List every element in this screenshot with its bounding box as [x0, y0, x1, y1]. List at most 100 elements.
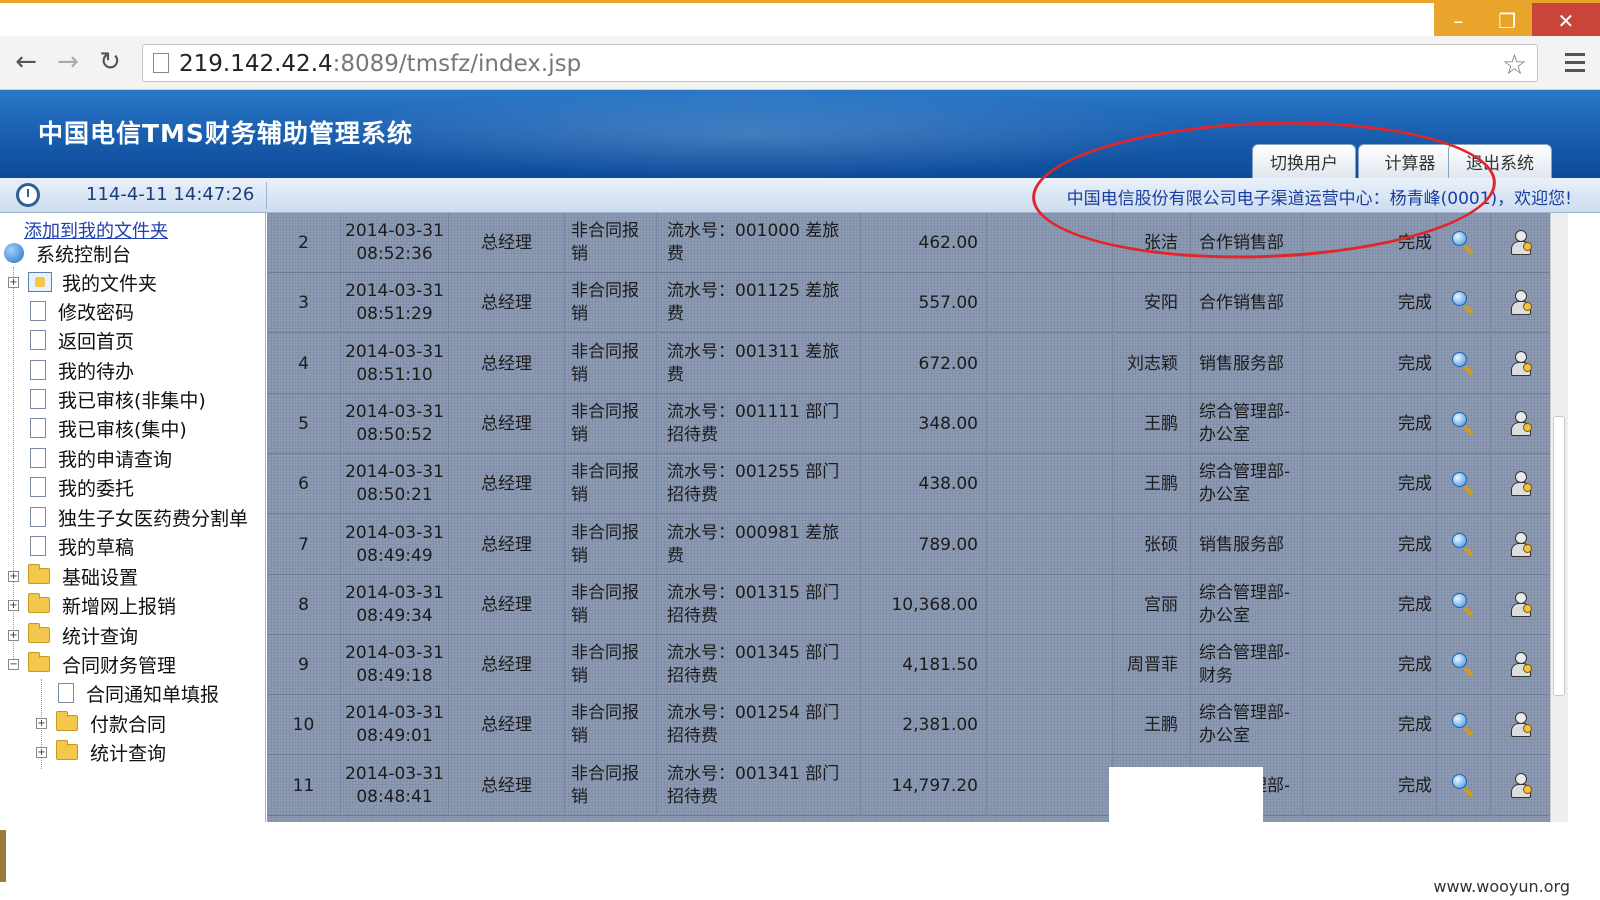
document-icon — [30, 301, 46, 321]
table-row[interactable]: 11 2014-03-31 08:48:41 总经理 非合同报销流水号：001341 部… — [267, 756, 1550, 816]
status-text: 完成 — [1303, 454, 1437, 514]
restore-button[interactable]: ❐ — [1483, 3, 1532, 39]
logout-button[interactable]: 退出系统 — [1448, 144, 1552, 178]
sidebar-item-label: 系统控制台 — [36, 243, 132, 266]
magnifier-icon[interactable] — [1451, 291, 1476, 315]
sidebar-item-contract-notice[interactable]: 合同通知单填报 — [58, 679, 219, 707]
sidebar-item-my-folder[interactable]: 我的文件夹 — [28, 268, 157, 296]
sidebar-item-home[interactable]: 返回首页 — [30, 326, 134, 354]
status-text: 完成 — [1303, 394, 1437, 454]
row-index: 4 — [267, 334, 341, 394]
table-row[interactable]: 2 2014-03-31 08:52:36 总经理 非合同报销流水号：001000 差旅… — [267, 213, 1550, 273]
amount: 557.00 — [861, 273, 987, 333]
sidebar-item-my-applications[interactable]: 我的申请查询 — [30, 444, 172, 472]
workflow-user-icon[interactable] — [1509, 230, 1533, 256]
sidebar-item-change-password[interactable]: 修改密码 — [30, 297, 134, 325]
table-row[interactable]: 3 2014-03-31 08:51:29 总经理 非合同报销流水号：001125 差旅… — [267, 273, 1550, 333]
table-row[interactable]: 7 2014-03-31 08:49:49 总经理 非合同报销流水号：000981 差旅… — [267, 515, 1550, 575]
magnifier-icon[interactable] — [1451, 231, 1476, 255]
workflow-user-icon[interactable] — [1509, 290, 1533, 316]
magnifier-handle — [1463, 606, 1473, 617]
amount: 4,181.50 — [861, 635, 987, 695]
workflow-user-icon[interactable] — [1509, 351, 1533, 377]
workflow-user-icon[interactable] — [1509, 712, 1533, 738]
expand-plus-icon[interactable]: + — [8, 277, 19, 288]
table-row[interactable]: 5 2014-03-31 08:50:52 总经理 非合同报销流水号：001111 部门… — [267, 394, 1550, 454]
magnifier-icon[interactable] — [1451, 713, 1476, 737]
workflow-cell — [1491, 575, 1550, 635]
forward-arrow-icon[interactable]: → — [52, 46, 84, 78]
expand-plus-icon[interactable]: + — [36, 747, 47, 758]
workflow-cell — [1491, 394, 1550, 454]
serial-description: 流水号：001125 差旅费 — [657, 273, 861, 333]
url-text[interactable]: 219.142.42.4:8089/tmsfz/index.jsp — [179, 51, 581, 77]
icon-part — [1522, 604, 1532, 613]
sidebar-item-statistics[interactable]: 统计查询 — [28, 621, 138, 649]
expand-plus-icon[interactable]: + — [36, 718, 47, 729]
magnifier-icon[interactable] — [1451, 593, 1476, 617]
dept-line-1: 综合管理部- — [1199, 583, 1291, 603]
records-table: 2 2014-03-31 08:52:36 总经理 非合同报销流水号：001000 差旅… — [267, 213, 1550, 822]
calculator-button[interactable]: 计算器 — [1358, 144, 1462, 178]
browser-menu-icon[interactable] — [1560, 46, 1590, 78]
sidebar-item-delegation[interactable]: 我的委托 — [30, 473, 134, 501]
sidebar-item-contract-finance[interactable]: 合同财务管理 — [28, 650, 176, 678]
minimize-button[interactable]: – — [1434, 3, 1483, 39]
document-icon — [30, 418, 46, 438]
sidebar-item-reviewed-noncentral[interactable]: 我已审核(非集中) — [30, 385, 206, 413]
magnifier-icon[interactable] — [1451, 774, 1476, 798]
sidebar-item-medical-split[interactable]: 独生子女医药费分割单 — [30, 503, 248, 531]
sidebar-item-todo[interactable]: 我的待办 — [30, 356, 134, 384]
magnifier-handle — [1463, 726, 1473, 737]
magnifier-icon[interactable] — [1451, 533, 1476, 557]
sidebar-item-new-reimbursement[interactable]: 新增网上报销 — [28, 591, 176, 619]
workflow-user-icon[interactable] — [1509, 471, 1533, 497]
magnifier-icon[interactable] — [1451, 472, 1476, 496]
magnifier-icon[interactable] — [1451, 412, 1476, 436]
dept-line-1: 销售服务部 — [1199, 353, 1284, 374]
serial-description-text: 流水号：001311 差旅费 — [667, 341, 839, 387]
vertical-scrollbar[interactable] — [1550, 213, 1568, 822]
sidebar-item-console[interactable]: 系统控制台 — [4, 239, 131, 267]
view-cell — [1437, 575, 1491, 635]
desc-line-2: 费 — [667, 304, 684, 324]
workflow-user-icon[interactable] — [1509, 592, 1533, 618]
address-bar[interactable]: 219.142.42.4:8089/tmsfz/index.jsp ☆ — [142, 44, 1538, 82]
magnifier-icon[interactable] — [1451, 653, 1476, 677]
sidebar-item-drafts[interactable]: 我的草稿 — [30, 532, 134, 560]
magnifier-icon[interactable] — [1451, 352, 1476, 376]
sidebar-item-reviewed-central[interactable]: 我已审核(集中) — [30, 414, 187, 442]
sidebar-item-contract-statistics[interactable]: 统计查询 — [56, 738, 166, 766]
expand-plus-icon[interactable]: + — [8, 571, 19, 582]
table-row[interactable]: 6 2014-03-31 08:50:21 总经理 非合同报销流水号：001255 部门… — [267, 454, 1550, 514]
expand-plus-icon[interactable]: + — [8, 600, 19, 611]
switch-user-button[interactable]: 切换用户 — [1252, 144, 1356, 178]
empty-cell — [987, 334, 1113, 394]
workflow-user-icon[interactable] — [1509, 532, 1533, 558]
type-line-2: 销 — [571, 365, 588, 385]
table-row[interactable]: 8 2014-03-31 08:49:34 总经理 非合同报销流水号：001315 部门… — [267, 575, 1550, 635]
workflow-user-icon[interactable] — [1509, 652, 1533, 678]
type-line-2: 销 — [571, 666, 588, 686]
reload-icon[interactable]: ↻ — [94, 46, 126, 78]
redaction-box — [1109, 767, 1263, 827]
sidebar-item-basic-settings[interactable]: 基础设置 — [28, 562, 138, 590]
desc-line-2: 招待费 — [667, 606, 718, 626]
desc-line-1: 流水号：001311 差旅 — [667, 342, 840, 362]
type-line-1: 非合同报 — [571, 523, 639, 543]
bookmark-star-icon[interactable]: ☆ — [1502, 48, 1527, 81]
expand-plus-icon[interactable]: + — [8, 630, 19, 641]
status-text: 完成 — [1303, 695, 1437, 755]
scrollbar-thumb[interactable] — [1553, 416, 1565, 696]
collapse-minus-icon[interactable]: − — [8, 659, 19, 670]
table-row[interactable]: 4 2014-03-31 08:51:10 总经理 非合同报销流水号：001311 差旅… — [267, 334, 1550, 394]
close-button[interactable]: ✕ — [1531, 3, 1600, 39]
submit-time: 2014-03-31 08:48:41 — [341, 756, 449, 816]
department-text: 综合管理部- 财务 — [1199, 642, 1290, 688]
back-arrow-icon[interactable]: ← — [10, 46, 42, 78]
table-row[interactable]: 9 2014-03-31 08:49:18 总经理 非合同报销流水号：001345 部门… — [267, 635, 1550, 695]
sidebar-item-payment-contract[interactable]: 付款合同 — [56, 709, 166, 737]
workflow-user-icon[interactable] — [1509, 411, 1533, 437]
workflow-user-icon[interactable] — [1509, 773, 1533, 799]
table-row[interactable]: 10 2014-03-31 08:49:01 总经理 非合同报销流水号：001254 部… — [267, 695, 1550, 755]
